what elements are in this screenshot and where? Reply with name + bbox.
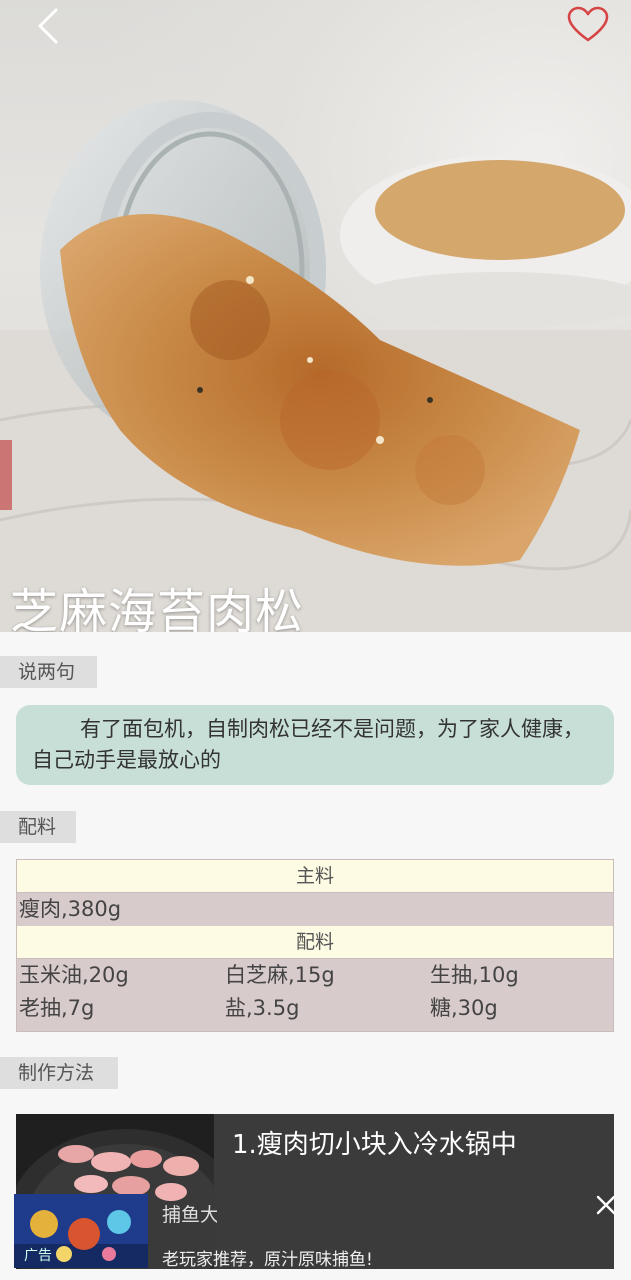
recipe-description: 有了面包机，自制肉松已经不是问题，为了家人健康，自己动手是最放心的 — [16, 705, 614, 785]
ingredient-item: 瘦肉,380g — [19, 897, 122, 921]
ingredient-item: 糖,30g — [430, 996, 498, 1020]
ingredient-row: 玉米油,20g 白芝麻,15g 生抽,10g — [17, 959, 613, 992]
chevron-left-icon — [38, 8, 58, 44]
ad-close-button[interactable] — [594, 1193, 618, 1217]
section-label-comments: 说两句 — [0, 656, 97, 688]
ingredient-row: 老抽,7g 盐,3.5g 糖,30g — [17, 992, 613, 1025]
ad-label: 广告 — [24, 1248, 52, 1264]
ingredient-row: 瘦肉,380g — [17, 893, 613, 926]
ingredient-item: 生抽,10g — [430, 963, 519, 987]
heart-outline-icon — [567, 6, 609, 42]
step-text: 1.瘦肉切小块入冷水锅中 — [232, 1130, 517, 1160]
pork-floss-jar-illustration — [0, 100, 631, 632]
ad-title[interactable]: 捕鱼大 — [162, 1200, 217, 1227]
ad-description[interactable]: 老玩家推荐，原汁原味捕鱼! — [162, 1245, 373, 1270]
main-ingredients-header: 主料 — [17, 860, 613, 893]
ingredient-item: 盐,3.5g — [225, 996, 300, 1020]
ingredients-table: 主料 瘦肉,380g 配料 玉米油,20g 白芝麻,15g 生抽,10g 老抽,… — [16, 859, 614, 1032]
section-label-ingredients: 配料 — [0, 811, 76, 843]
back-button[interactable] — [30, 6, 70, 46]
ingredient-item: 玉米油,20g — [19, 963, 129, 987]
recipe-title: 芝麻海苔肉松 — [10, 584, 305, 632]
ingredient-item: 白芝麻,15g — [225, 963, 335, 987]
favorite-button[interactable] — [566, 6, 610, 44]
close-icon — [596, 1195, 616, 1215]
ingredient-item: 老抽,7g — [19, 996, 95, 1020]
extra-ingredients-header: 配料 — [17, 926, 613, 959]
recipe-hero-image: 芝麻海苔肉松 — [0, 0, 631, 632]
section-label-method: 制作方法 — [0, 1057, 118, 1089]
